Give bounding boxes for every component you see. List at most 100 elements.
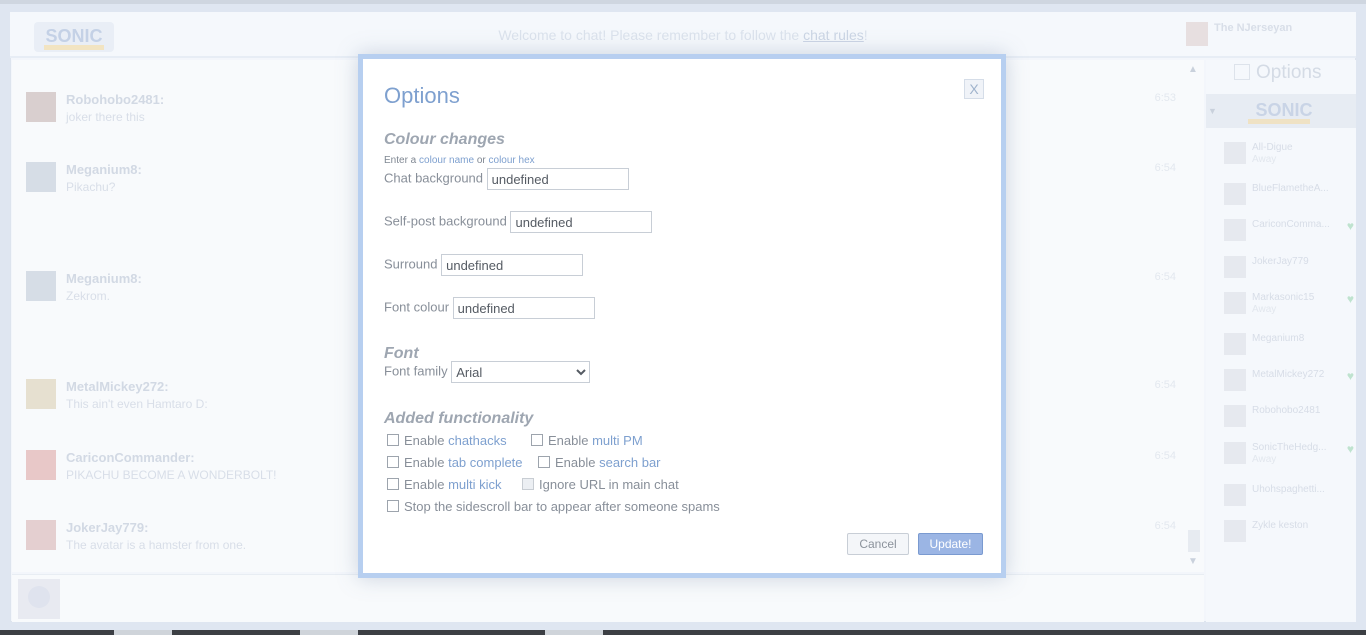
- chat-background-input[interactable]: [486, 168, 629, 190]
- message-author[interactable]: Robohobo2481:: [66, 92, 164, 107]
- options-dialog: Options X Colour changes Enter a colour …: [358, 54, 1006, 578]
- update-button[interactable]: Update!: [918, 533, 983, 555]
- scroll-up-icon[interactable]: ▲: [1188, 64, 1198, 75]
- sidebar-user-item[interactable]: MetalMickey272 ♥: [1224, 367, 1354, 397]
- message-text: joker there this: [66, 110, 145, 124]
- sidebar-user-item[interactable]: All-Digue Away: [1224, 140, 1354, 170]
- multi-kick-link[interactable]: multi kick: [448, 477, 501, 492]
- user-name: Markasonic15: [1252, 292, 1315, 303]
- colour-hint: Enter a colour name or colour hex: [384, 155, 535, 166]
- chathacks-option[interactable]: Enable chathacks: [387, 433, 507, 448]
- message-text: The avatar is a hamster from one.: [66, 538, 247, 552]
- sidebar-user-item[interactable]: BlueFlametheA...: [1224, 181, 1354, 211]
- ignore-url-checkbox: [522, 478, 534, 490]
- message-time: 6:53: [1154, 92, 1176, 104]
- sidescroll-option[interactable]: Stop the sidescroll bar to appear after …: [387, 499, 720, 514]
- tab-complete-checkbox[interactable]: [387, 456, 399, 468]
- scroll-down-icon[interactable]: ▼: [1188, 556, 1198, 567]
- tab-complete-option[interactable]: Enable tab complete: [387, 455, 523, 470]
- message-avatar[interactable]: [26, 450, 56, 480]
- chat-background-row: Chat background: [384, 168, 629, 190]
- sidebar-user-item[interactable]: Robohobo2481: [1224, 403, 1354, 433]
- mod-heart-icon: ♥: [1346, 369, 1354, 383]
- user-name: Uhohspaghetti...: [1252, 484, 1325, 495]
- message-text: Zekrom.: [66, 289, 111, 303]
- message-author[interactable]: Meganium8:: [66, 162, 142, 177]
- self-avatar: [18, 579, 60, 619]
- font-colour-label: Font colour: [384, 299, 450, 315]
- message-time: 6:54: [1154, 520, 1176, 532]
- sidebar-user-item[interactable]: Markasonic15 Away ♥: [1224, 290, 1354, 320]
- multi-kick-checkbox[interactable]: [387, 478, 399, 490]
- scrollbar-thumb[interactable]: [1188, 530, 1200, 552]
- mod-heart-icon: ♥: [1346, 292, 1354, 306]
- font-family-label: Font family: [384, 363, 448, 379]
- user-avatar: [1224, 333, 1246, 355]
- chathacks-checkbox[interactable]: [387, 434, 399, 446]
- message-author[interactable]: MetalMickey272:: [66, 379, 169, 394]
- multi-pm-prefix: Enable: [548, 433, 593, 448]
- colour-name-link[interactable]: colour name: [419, 155, 474, 166]
- message-avatar[interactable]: [26, 271, 56, 301]
- sidebar-user-item[interactable]: Zykle keston: [1224, 518, 1354, 548]
- user-avatar: [1224, 442, 1246, 464]
- options-checkbox-icon: [1234, 64, 1250, 80]
- search-bar-prefix: Enable: [555, 455, 600, 470]
- message-time: 6:54: [1154, 271, 1176, 283]
- search-bar-checkbox[interactable]: [538, 456, 550, 468]
- user-status: Away: [1252, 154, 1277, 165]
- multi-kick-option[interactable]: Enable multi kick: [387, 477, 502, 492]
- taskbar-strip: [0, 630, 1366, 635]
- sidebar-user-item[interactable]: Uhohspaghetti...: [1224, 482, 1354, 512]
- close-button[interactable]: X: [964, 79, 984, 99]
- user-avatar: [1224, 520, 1246, 542]
- chathacks-link[interactable]: chathacks: [448, 433, 507, 448]
- search-bar-link[interactable]: search bar: [599, 455, 660, 470]
- svg-text:SONIC: SONIC: [1255, 100, 1312, 120]
- hint-mid: or: [474, 155, 489, 166]
- font-family-select[interactable]: Arial: [451, 361, 591, 383]
- message-avatar[interactable]: [26, 379, 56, 409]
- message-time: 6:54: [1154, 450, 1176, 462]
- search-bar-option[interactable]: Enable search bar: [538, 455, 661, 470]
- self-post-background-label: Self-post background: [384, 213, 507, 229]
- chat-rules-link[interactable]: chat rules: [803, 27, 864, 43]
- surround-input[interactable]: [441, 254, 584, 276]
- user-name: Robohobo2481: [1252, 405, 1321, 416]
- welcome-suffix: !: [863, 27, 868, 43]
- user-name: All-Digue: [1252, 142, 1293, 153]
- functionality-section-heading: Added functionality: [384, 410, 534, 427]
- multi-pm-option[interactable]: Enable multi PM: [531, 433, 643, 448]
- tab-complete-link[interactable]: tab complete: [448, 455, 522, 470]
- sidescroll-label: Stop the sidescroll bar to appear after …: [404, 499, 720, 514]
- font-colour-input[interactable]: [452, 297, 595, 319]
- surround-row: Surround: [384, 254, 584, 276]
- message-author[interactable]: JokerJay779:: [66, 520, 148, 535]
- sidebar-user-item[interactable]: JokerJay779: [1224, 254, 1354, 284]
- user-avatar: [1224, 142, 1246, 164]
- current-user[interactable]: The NJerseyan: [1186, 22, 1326, 48]
- sidescroll-checkbox[interactable]: [387, 500, 399, 512]
- user-avatar: [1224, 256, 1246, 278]
- self-post-background-input[interactable]: [510, 211, 653, 233]
- colour-hex-link[interactable]: colour hex: [489, 155, 535, 166]
- font-colour-row: Font colour: [384, 297, 595, 319]
- cancel-button[interactable]: Cancel: [847, 533, 909, 555]
- message-author[interactable]: CariconCommander:: [66, 450, 195, 465]
- sidebar-user-item[interactable]: Meganium8: [1224, 331, 1354, 361]
- sidebar-user-item[interactable]: CariconComma... ♥: [1224, 217, 1354, 247]
- chevron-down-icon[interactable]: ▼: [1208, 106, 1217, 116]
- colour-section-heading: Colour changes: [384, 131, 505, 148]
- message-author[interactable]: Meganium8:: [66, 271, 142, 286]
- message-avatar[interactable]: [26, 92, 56, 122]
- surround-label: Surround: [384, 256, 438, 272]
- sidebar-options[interactable]: Options: [1234, 62, 1321, 84]
- current-user-name: The NJerseyan: [1214, 22, 1293, 34]
- sidebar-user-item[interactable]: SonicTheHedg... Away ♥: [1224, 440, 1354, 470]
- multi-pm-checkbox[interactable]: [531, 434, 543, 446]
- message-input-bar[interactable]: [12, 574, 1204, 622]
- message-avatar[interactable]: [26, 162, 56, 192]
- multi-pm-link[interactable]: multi PM: [592, 433, 643, 448]
- message-avatar[interactable]: [26, 520, 56, 550]
- ignore-url-label: Ignore URL in main chat: [539, 477, 679, 492]
